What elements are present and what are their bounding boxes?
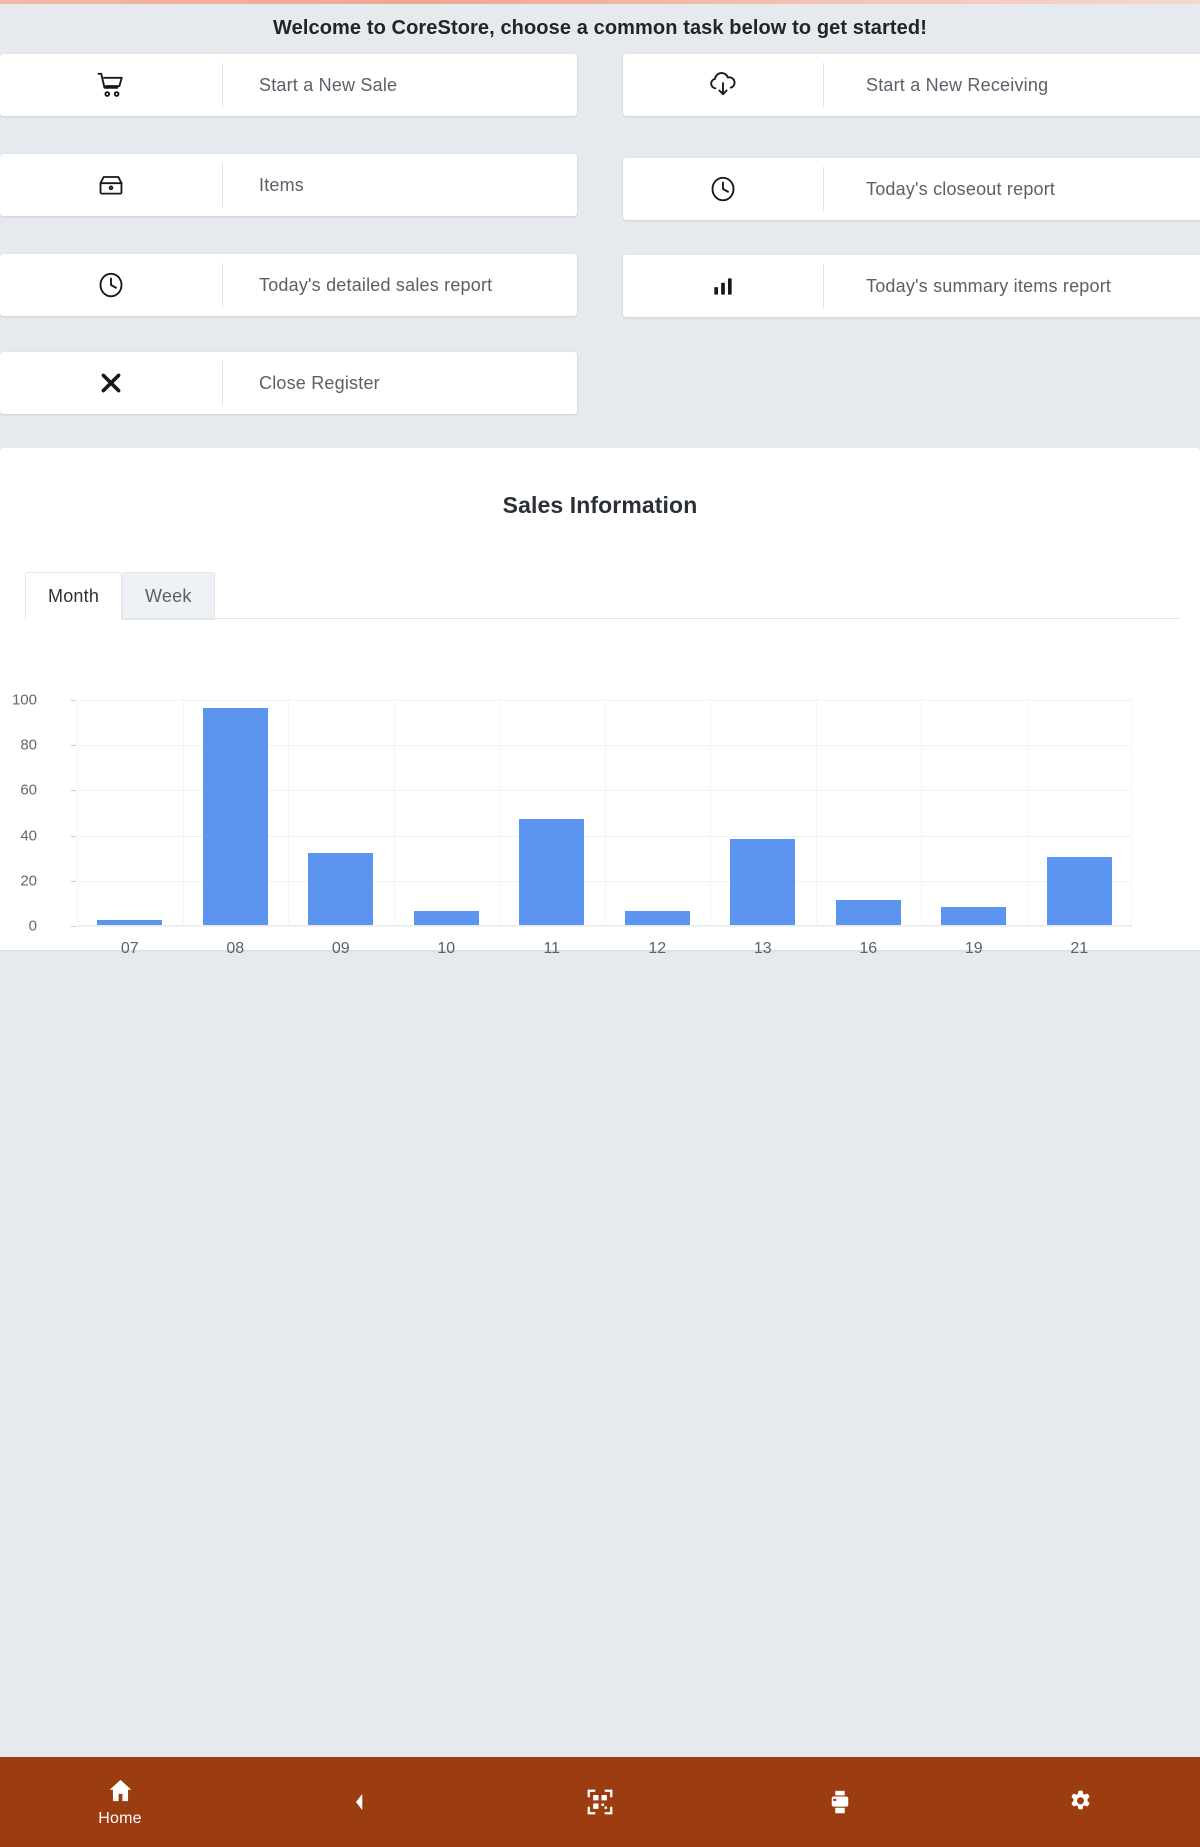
- qr-scan-icon: [585, 1787, 615, 1817]
- chart-plot-area: 0 20 40 60 80 100 07 08 09 10 11 12 13 16 19 21: [12, 692, 1132, 957]
- chart-bar[interactable]: [97, 920, 163, 925]
- nav-home-label: Home: [98, 1809, 142, 1827]
- task-label: Start a New Sale: [259, 74, 398, 95]
- task-todays-closeout-report[interactable]: Today's closeout report: [623, 158, 1200, 220]
- bottom-navigation-bar: Home: [0, 1757, 1200, 1847]
- tab-week[interactable]: Week: [122, 572, 215, 620]
- bar-chart-icon: [623, 273, 823, 299]
- chart-y-tick-mark: [71, 700, 76, 701]
- chart-x-tick-label: 13: [753, 940, 772, 957]
- chart-x-tick-label: 09: [331, 940, 350, 957]
- chart-bar[interactable]: [835, 900, 901, 925]
- chart-x-tick-label: 10: [437, 940, 456, 957]
- sales-panel-title: Sales Information: [502, 492, 698, 518]
- clock-icon: [623, 174, 823, 204]
- chart-x-tick-label: 08: [226, 940, 245, 957]
- chart-bar[interactable]: [941, 906, 1007, 925]
- chart-y-tick-label: 0: [28, 917, 37, 935]
- nav-print[interactable]: [720, 1757, 960, 1847]
- gear-icon: [1066, 1788, 1095, 1817]
- back-chevron-icon: [349, 1789, 371, 1815]
- nav-back[interactable]: [240, 1757, 480, 1847]
- chart-y-tick-mark: [71, 790, 76, 792]
- chart-y-tick-label: 20: [20, 872, 37, 890]
- task-todays-summary-items-report[interactable]: Today's summary items report: [623, 255, 1200, 317]
- chart-bar[interactable]: [413, 911, 479, 925]
- task-start-new-sale[interactable]: Start a New Sale: [0, 54, 577, 116]
- chart-x-tick-label: 19: [964, 940, 983, 957]
- chart-x-tick-label: 12: [648, 940, 667, 957]
- chart-y-tick-label: 100: [11, 691, 37, 709]
- chart-bar[interactable]: [202, 708, 268, 925]
- cloud-download-icon: [623, 69, 823, 101]
- sales-bar-chart: 0 20 40 60 80 100 07 08 09 10 11 12 13 16 19 21: [0, 632, 1180, 957]
- tabs-underline: [25, 618, 1180, 619]
- chart-y-tick-mark: [71, 880, 76, 882]
- task-label: Close Register: [259, 372, 380, 393]
- chart-gridline-vertical: [499, 698, 500, 926]
- chart-x-tick-label: 07: [120, 940, 139, 957]
- chart-gridline-vertical: [1131, 698, 1132, 926]
- chart-gridline: [77, 926, 1132, 927]
- chart-gridline-vertical: [77, 698, 78, 926]
- chart-y-tick-mark: [71, 926, 76, 927]
- task-label: Today's detailed sales report: [259, 274, 493, 295]
- chart-bar[interactable]: [308, 852, 374, 925]
- task-label: Today's summary items report: [866, 275, 1112, 296]
- shopping-cart-icon: [0, 70, 222, 100]
- chart-y-tick-label: 80: [20, 736, 37, 754]
- chart-bar[interactable]: [1046, 857, 1112, 925]
- chart-gridline-vertical: [710, 698, 711, 926]
- chart-y-tick-mark: [71, 745, 76, 747]
- task-items[interactable]: Items: [0, 154, 577, 216]
- welcome-heading: Welcome to CoreStore, choose a common ta…: [273, 17, 927, 39]
- printer-icon: [825, 1787, 855, 1817]
- chart-bar[interactable]: [624, 911, 690, 925]
- inbox-box-icon: [0, 169, 222, 201]
- chart-gridline-vertical: [288, 698, 289, 926]
- task-todays-detailed-sales-report[interactable]: Today's detailed sales report: [0, 254, 577, 316]
- task-label: Today's closeout report: [866, 178, 1056, 199]
- chart-gridline-vertical: [394, 698, 395, 926]
- clock-icon: [0, 270, 222, 300]
- chart-x-tick-label: 16: [859, 940, 878, 957]
- chart-gridline-vertical: [605, 698, 606, 926]
- nav-home[interactable]: Home: [0, 1757, 240, 1847]
- chart-bar[interactable]: [730, 839, 796, 925]
- chart-y-tick-label: 40: [20, 827, 37, 845]
- chart-y-tick-label: 60: [20, 781, 37, 799]
- chart-gridline-vertical: [183, 698, 184, 926]
- sales-period-tabs: Month Week: [25, 572, 215, 620]
- chart-bar[interactable]: [519, 818, 585, 925]
- tab-month[interactable]: Month: [25, 572, 123, 620]
- chart-gridline-vertical: [816, 698, 817, 926]
- task-label: Items: [259, 174, 305, 195]
- task-label: Start a New Receiving: [866, 74, 1049, 95]
- home-icon: [107, 1777, 134, 1804]
- chart-gridline-vertical: [921, 698, 922, 926]
- chart-x-tick-label: 21: [1070, 940, 1089, 957]
- page-root: Welcome to CoreStore, choose a common ta…: [0, 4, 1200, 1847]
- close-x-icon: [0, 369, 222, 397]
- sales-information-panel: Sales Information Month Week 0 20 40 60 80 10…: [0, 448, 1200, 957]
- chart-x-tick-label: 11: [543, 940, 561, 957]
- chart-y-tick-mark: [71, 835, 76, 837]
- task-start-new-receiving[interactable]: Start a New Receiving: [623, 54, 1200, 116]
- nav-scan[interactable]: [480, 1757, 720, 1847]
- task-close-register[interactable]: Close Register: [0, 352, 577, 414]
- nav-settings[interactable]: [960, 1757, 1200, 1847]
- chart-gridline-vertical: [1027, 698, 1028, 926]
